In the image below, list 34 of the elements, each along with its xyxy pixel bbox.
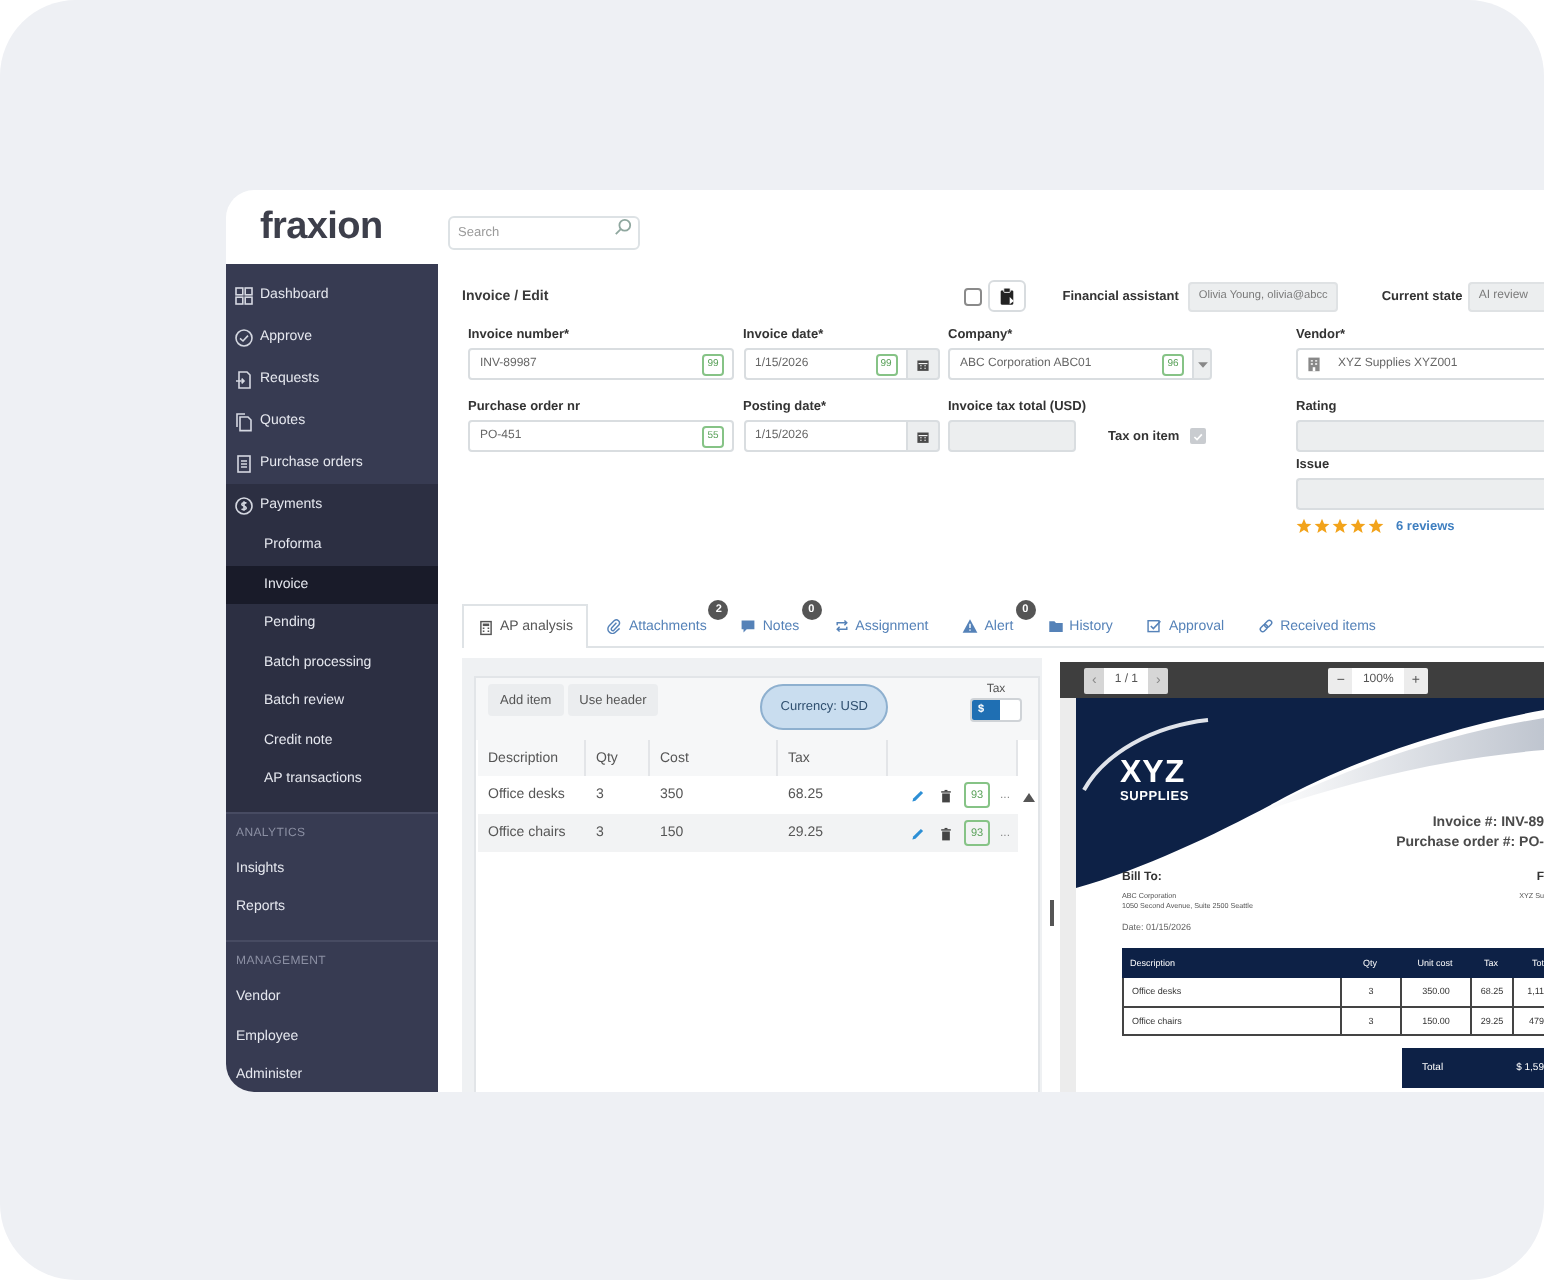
search-icon[interactable] [614,218,632,236]
readonly-field [948,420,1076,452]
calendar-button[interactable] [907,420,939,452]
paperclip-icon [606,618,623,634]
clipboard-icon [998,286,1017,306]
documents-icon [234,411,254,431]
calculator-icon [478,619,494,635]
link-icon [1258,618,1275,634]
calendar-icon [915,429,929,443]
dropdown-button[interactable] [1194,348,1212,380]
calendar-button[interactable] [907,348,939,380]
building-icon [1306,356,1322,372]
pencil-icon[interactable] [910,825,926,841]
speech-bubble-icon [740,618,757,634]
logo: fraxion [260,207,383,247]
check-circle-icon [234,327,254,347]
brand-name: XYZ [1120,758,1186,788]
trash-icon[interactable] [938,787,954,803]
check-square-icon [1146,618,1163,634]
trash-icon[interactable] [938,825,954,841]
warning-icon [962,618,979,634]
checkbox[interactable] [964,287,983,305]
pencil-icon[interactable] [910,787,926,803]
coin-icon [234,495,254,515]
caret-down-icon [1195,357,1209,371]
scroll-up-icon[interactable] [1021,792,1035,802]
clipboard-button[interactable] [988,280,1027,312]
document-arrow-icon [234,369,254,389]
grid-icon [234,285,254,305]
folder-icon [1047,618,1064,634]
loop-arrows-icon [833,618,850,634]
list-document-icon [234,453,254,473]
splitter-handle[interactable] [1049,900,1053,926]
calendar-icon [915,357,929,371]
